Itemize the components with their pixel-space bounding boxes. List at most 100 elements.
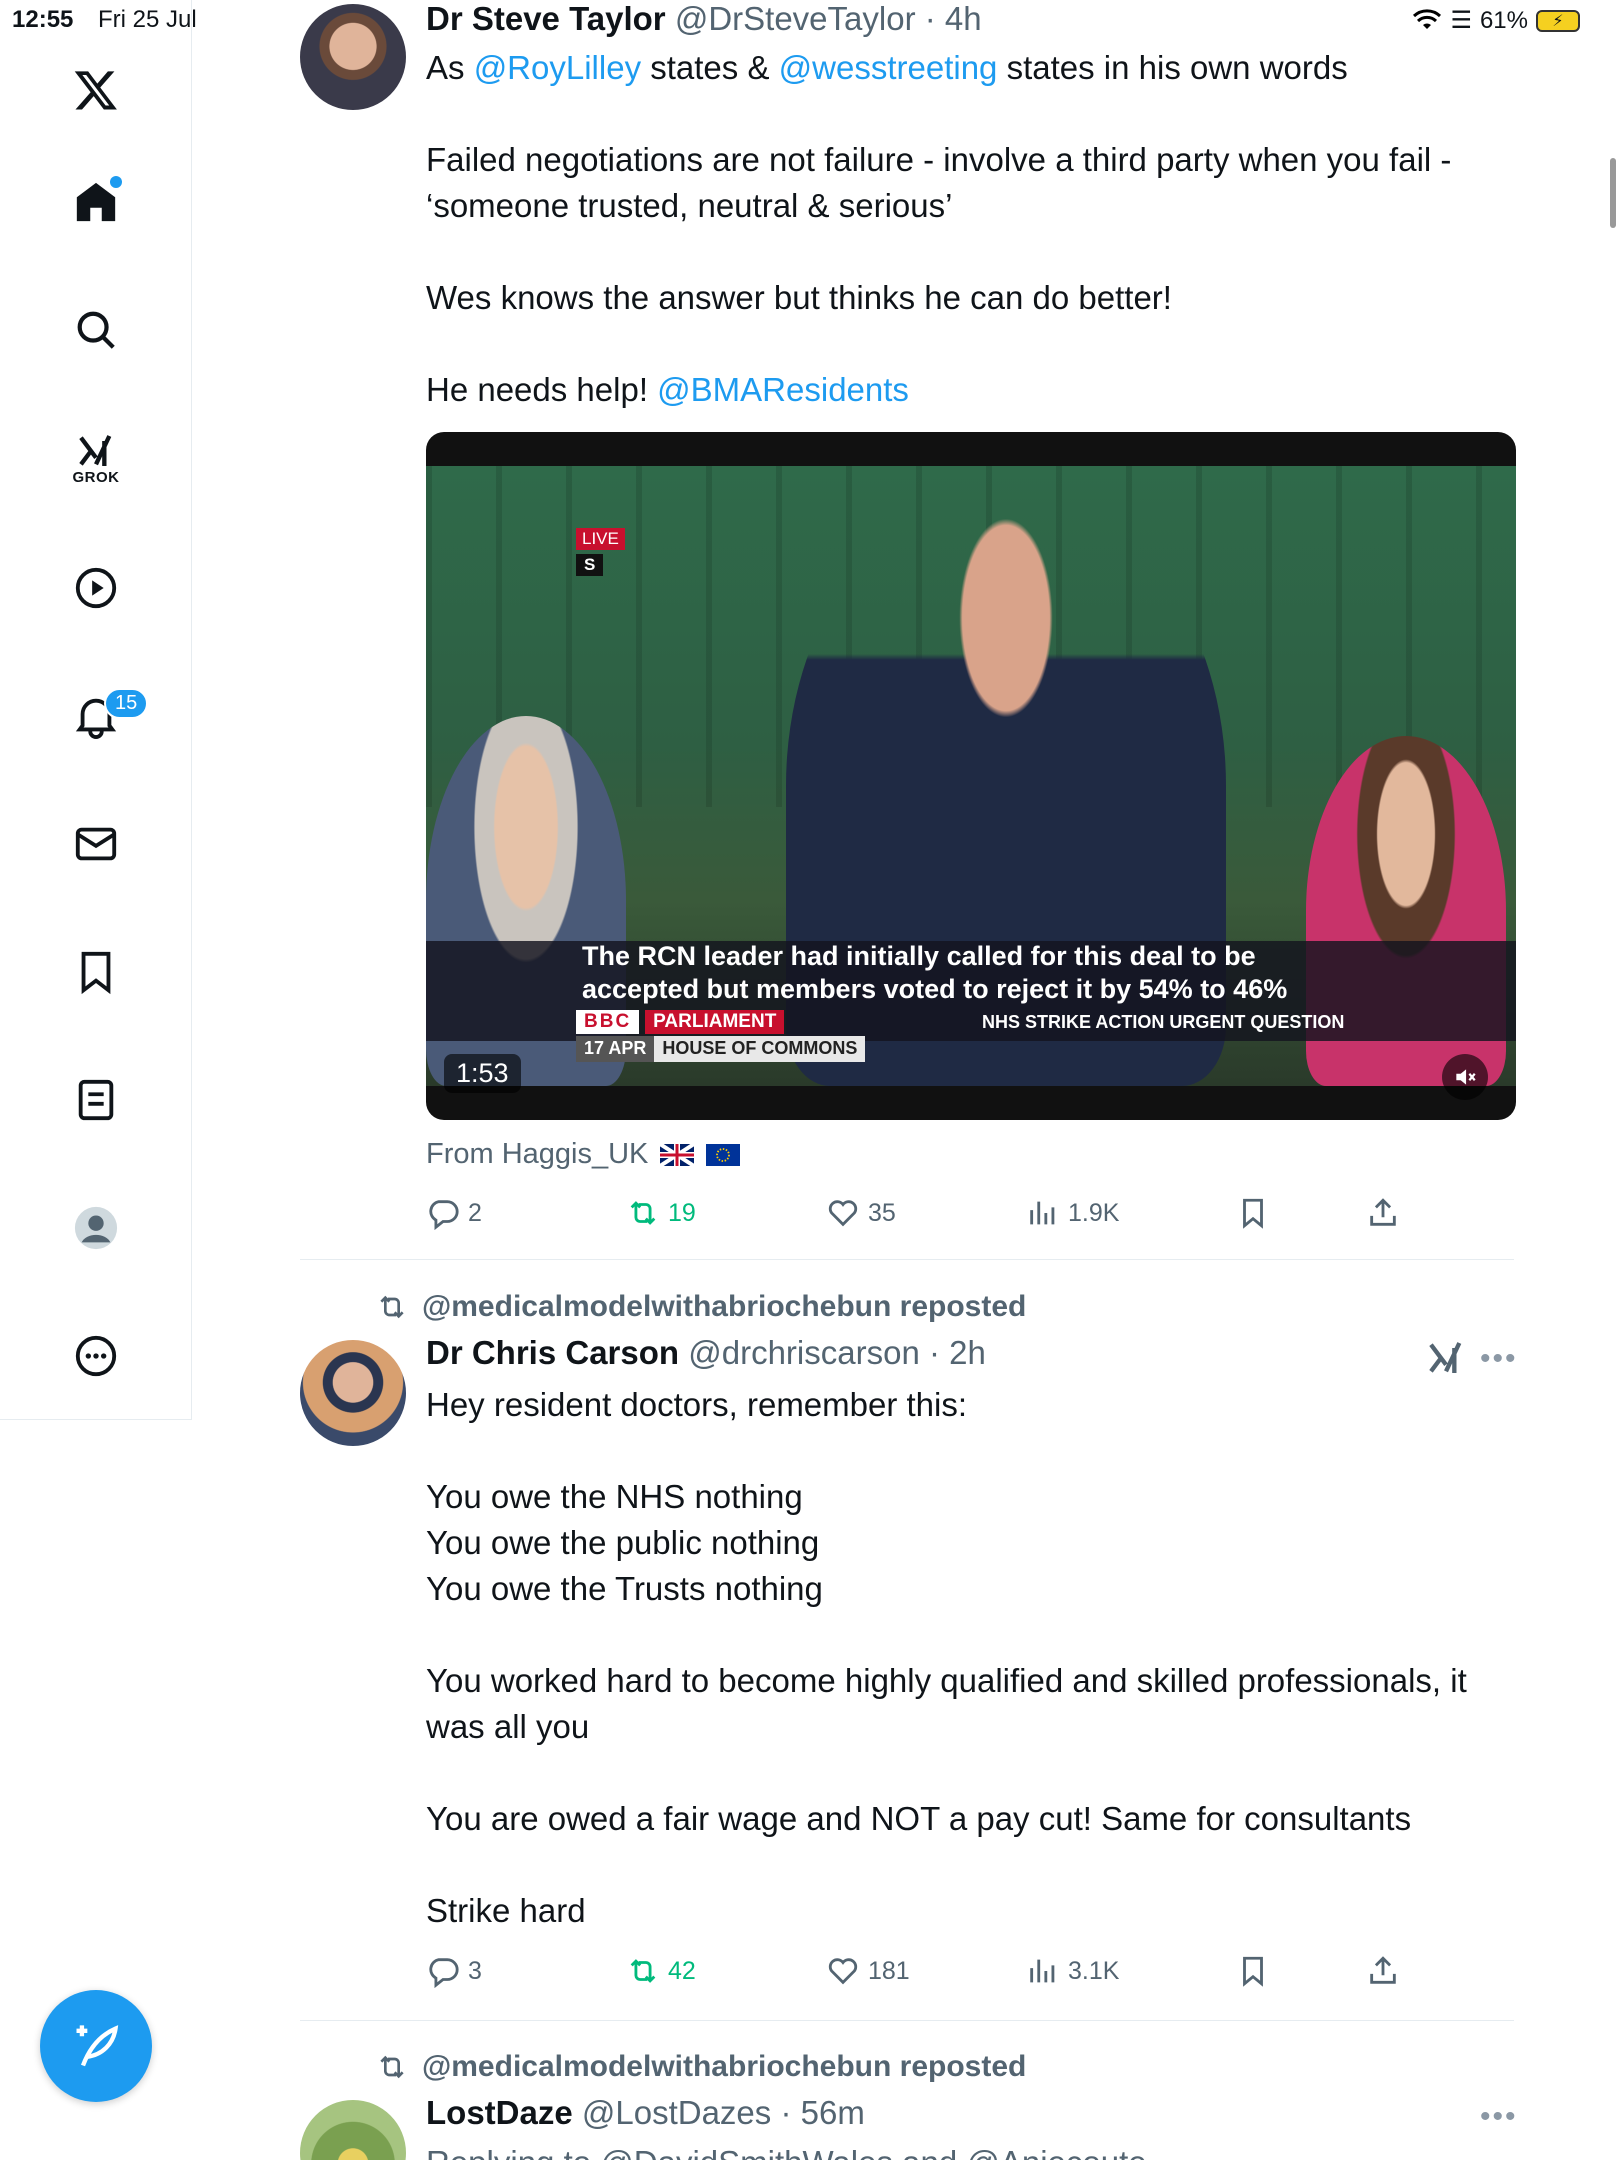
bookmark-svg <box>81 951 111 995</box>
views-icon <box>1030 1959 1055 1983</box>
messages-icon[interactable] <box>56 804 136 884</box>
list-svg <box>78 1079 114 1121</box>
tweet2-author-name[interactable]: Dr Chris Carson <box>426 1334 679 1371</box>
grok-small-svg <box>1429 1342 1462 1373</box>
tweet1-para3: Wes knows the answer but thinks he can d… <box>426 279 1172 316</box>
bookmark-icon <box>1243 1198 1263 1229</box>
tweet1-view-count: 1.9K <box>1068 1198 1120 1227</box>
status-bar: 12:55 Fri 25 Jul ☰ 61% ⚡ <box>0 0 1620 40</box>
tweet-divider <box>300 2020 1514 2021</box>
tweet2-actions: 3 42 181 3.1K <box>426 1954 1426 1994</box>
tweet3-author-name[interactable]: LostDaze <box>426 2094 573 2131</box>
tweet2-line: You owe the Trusts nothing <box>426 1570 823 1607</box>
more-options-icon[interactable] <box>56 1316 136 1396</box>
tweet3-avatar[interactable] <box>300 2100 406 2160</box>
tweet1-repost-count: 19 <box>668 1198 696 1227</box>
tweet2-views-button[interactable]: 3.1K <box>1026 1954 1119 1988</box>
parliament-tag: PARLIAMENT <box>645 1010 785 1034</box>
video-icon[interactable] <box>56 548 136 628</box>
tweet-divider <box>300 1259 1514 1260</box>
tweet2-reply-count: 3 <box>468 1956 482 1985</box>
repost-icon <box>630 1959 656 1983</box>
tweet1-reply-count: 2 <box>468 1198 482 1227</box>
tweet1-like-button[interactable]: 35 <box>826 1196 896 1230</box>
eu-flag-icon <box>706 1143 741 1166</box>
tweet1-body: As @RoyLilley states & @wesstreeting sta… <box>426 45 1516 413</box>
tweet2-repost-button[interactable]: 42 <box>626 1954 696 1988</box>
repost-context-icon <box>380 1295 404 1319</box>
grok-icon[interactable]: GROK <box>56 418 136 498</box>
tweet3-repost-context: @medicalmodelwithabriochebun reposted <box>376 2050 1026 2084</box>
heart-icon <box>828 1200 858 1227</box>
video-svg <box>75 567 117 609</box>
compose-post-button[interactable] <box>40 1990 152 2102</box>
tweet1-para4: He needs help! @BMAResidents <box>426 367 1516 413</box>
tweet1-from-text[interactable]: From Haggis_UK <box>426 1138 648 1171</box>
tweet3-more-icon[interactable]: ••• <box>1480 2100 1518 2134</box>
tweet1-actions: 2 19 35 1.9K <box>426 1196 1426 1236</box>
tweet3-reposted-by[interactable]: @medicalmodelwithabriochebun reposted <box>422 2050 1026 2084</box>
bookmark-icon <box>1243 1956 1263 1987</box>
tweet2-more-icon[interactable]: ••• <box>1480 1342 1518 1376</box>
home-icon[interactable] <box>56 162 136 242</box>
tweet1-reply-button[interactable]: 2 <box>426 1196 482 1230</box>
reply-icon <box>429 1200 459 1230</box>
tweet3-handle[interactable]: @LostDazes <box>582 2094 771 2131</box>
sidebar: GROK 15 <box>0 0 192 1420</box>
tweet1-para4-prefix: He needs help! <box>426 371 658 408</box>
mention-bmaresidents[interactable]: @BMAResidents <box>657 371 909 408</box>
share-icon <box>1370 1198 1396 1226</box>
tweet2-bookmark-button[interactable] <box>1236 1954 1270 1988</box>
tweet1-para2: Failed negotiations are not failure - in… <box>426 141 1452 224</box>
tweet1-views-button[interactable]: 1.9K <box>1026 1196 1119 1230</box>
tweet2-reply-button[interactable]: 3 <box>426 1954 482 1988</box>
bbc-strip: BBC PARLIAMENT <box>576 1010 785 1034</box>
status-time: 12:55 <box>12 6 74 33</box>
tweet1-source: From Haggis_UK <box>426 1138 741 1171</box>
video-duration: 1:53 <box>444 1054 521 1093</box>
tweet1-bookmark-button[interactable] <box>1236 1196 1270 1230</box>
house-label: HOUSE OF COMMONS <box>654 1036 866 1062</box>
date-tag: 17 APR HOUSE OF COMMONS <box>576 1036 866 1062</box>
reply-icon <box>429 1958 459 1988</box>
notification-badge: 15 <box>104 688 149 719</box>
tweet1-repost-button[interactable]: 19 <box>626 1196 696 1230</box>
list-icon: ☰ <box>1450 7 1472 34</box>
grok-svg <box>79 434 112 466</box>
profile-svg <box>74 1206 118 1250</box>
mute-icon[interactable] <box>1442 1054 1488 1100</box>
tweet2-body: Hey resident doctors, remember this: You… <box>426 1382 1516 1934</box>
mention-roylilley[interactable]: @RoyLilley <box>474 49 641 86</box>
tweet2-avatar[interactable] <box>300 1340 406 1446</box>
tweet2-share-button[interactable] <box>1366 1954 1400 1988</box>
tweet1-video-player[interactable]: LIVE S The RCN leader had initially call… <box>426 432 1516 1120</box>
tweet2-handle[interactable]: @drchriscarson <box>688 1334 920 1371</box>
tweet2-reposted-by[interactable]: @medicalmodelwithabriochebun reposted <box>422 1290 1026 1324</box>
tweet1-like-count: 35 <box>868 1198 896 1227</box>
tweet2-grok-icon[interactable] <box>1426 1338 1466 1383</box>
notifications-icon[interactable]: 15 <box>56 676 149 756</box>
search-icon[interactable] <box>56 290 136 370</box>
x-logo-icon[interactable] <box>56 50 136 130</box>
scrollbar[interactable] <box>1610 158 1616 228</box>
battery-icon: ⚡ <box>1536 9 1580 32</box>
tweet2-time[interactable]: · 2h <box>929 1334 986 1371</box>
tweet1-line1-mid: states & <box>641 49 779 86</box>
lists-icon[interactable] <box>56 1060 136 1140</box>
home-unread-dot <box>110 176 122 188</box>
tweet2-header: Dr Chris Carson @drchriscarson · 2h <box>426 1334 986 1372</box>
tweet2-line: Strike hard <box>426 1892 586 1929</box>
profile-avatar-icon[interactable] <box>56 1188 136 1268</box>
mute-svg <box>1456 1069 1476 1085</box>
bookmarks-icon[interactable] <box>56 932 136 1012</box>
tweet3-header: LostDaze @LostDazes · 56m <box>426 2094 865 2132</box>
battery-percent: 61% <box>1479 6 1528 34</box>
tweet2-like-button[interactable]: 181 <box>826 1954 910 1988</box>
tweet2-repost-count: 42 <box>668 1956 696 1985</box>
mention-wesstreeting[interactable]: @wesstreeting <box>779 49 998 86</box>
tweet1-share-button[interactable] <box>1366 1196 1400 1230</box>
tweet3-time[interactable]: · 56m <box>780 2094 864 2131</box>
bbc-logo: BBC <box>576 1010 640 1034</box>
tweet2-like-count: 181 <box>868 1956 910 1985</box>
envelope-svg <box>75 827 117 861</box>
